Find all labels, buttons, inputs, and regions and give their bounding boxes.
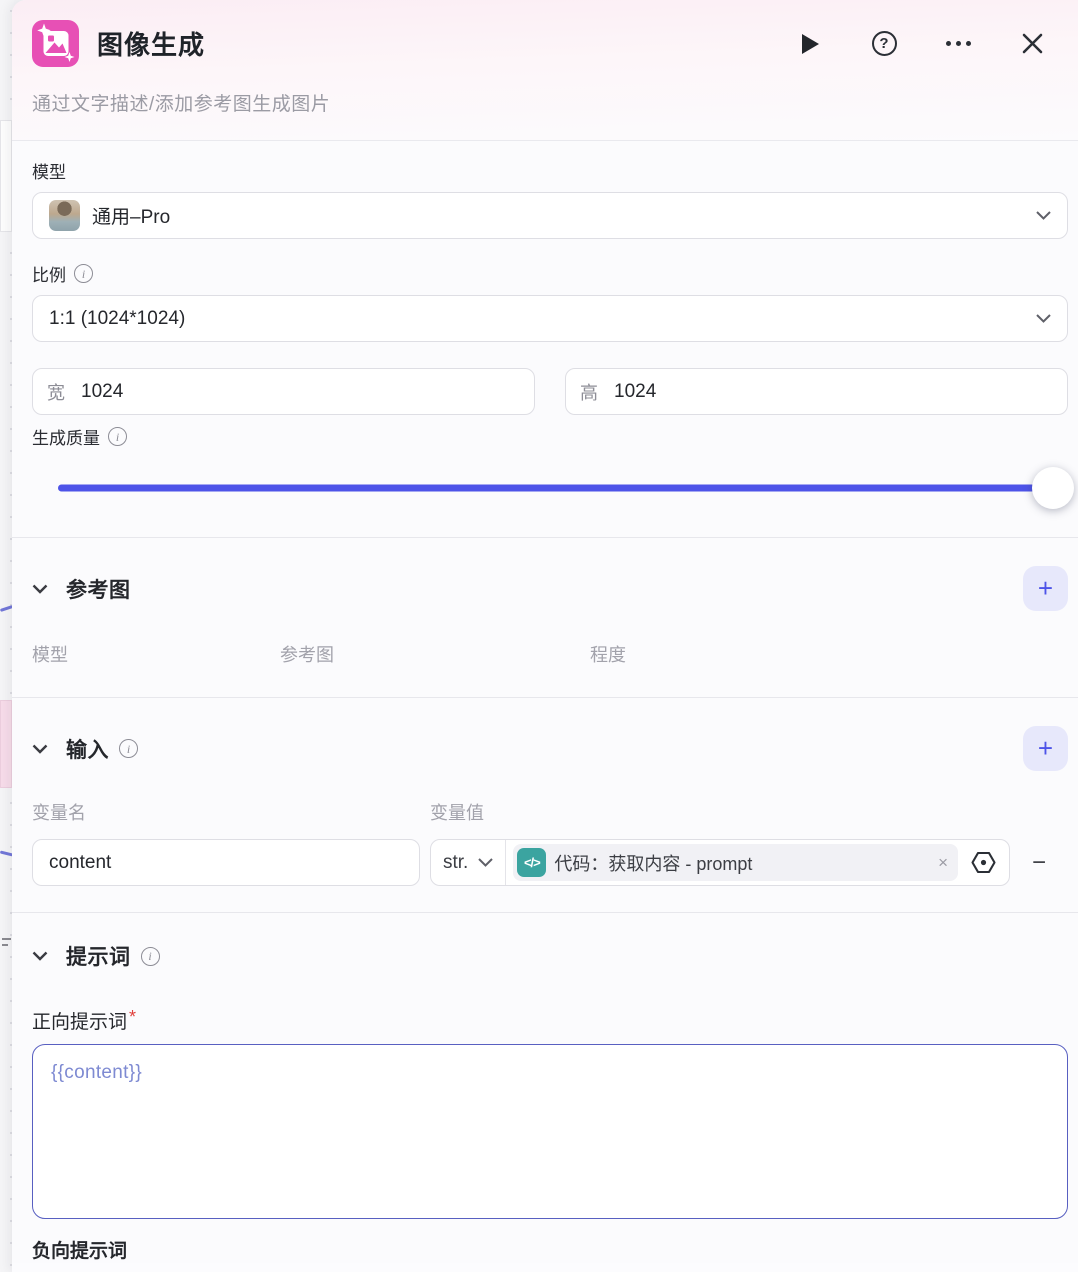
image-generation-icon	[32, 20, 79, 67]
width-input[interactable]	[81, 380, 520, 403]
add-reference-button[interactable]: +	[1023, 566, 1068, 611]
positive-prompt-label: 正向提示词 *	[32, 1007, 137, 1033]
question-icon: ?	[871, 31, 897, 56]
info-icon[interactable]: i	[74, 264, 93, 283]
variable-type-select[interactable]: str.	[431, 840, 507, 885]
prompt-section: 提示词 i 正向提示词 * {{content}} 负向提示词	[12, 912, 1078, 1263]
reference-section-title: 参考图	[66, 578, 131, 602]
chevron-down-icon	[1036, 211, 1051, 220]
column-reference: 参考图	[280, 645, 334, 665]
model-avatar	[49, 200, 80, 231]
collapse-chevron-icon[interactable]	[32, 584, 48, 594]
image-generation-config-panel: 图像生成 ? 通过文字描述/添加参考图生成图片 模型 通用–Pro 比例 i 1…	[12, 0, 1078, 1272]
prompt-section-title: 提示词	[66, 946, 131, 969]
more-options-button[interactable]	[944, 30, 972, 58]
height-input[interactable]	[614, 380, 1053, 403]
canvas-artifact	[2, 938, 11, 940]
canvas-artifact	[2, 944, 8, 946]
close-icon	[1022, 33, 1042, 54]
variable-type-value: str.	[443, 851, 469, 873]
reference-image-section: 参考图 + 模型 参考图 程度	[12, 537, 1078, 697]
chevron-down-icon	[1036, 314, 1051, 323]
base-settings-section: 模型 通用–Pro 比例 i 1:1 (1024*1024) 宽 高	[12, 141, 1078, 537]
add-input-button[interactable]: +	[1023, 726, 1068, 771]
positive-prompt-textarea[interactable]: {{content}}	[32, 1044, 1068, 1219]
width-prefix: 宽	[47, 382, 65, 403]
variable-name-input[interactable]	[49, 851, 403, 874]
quality-slider[interactable]	[58, 465, 1074, 511]
panel-subtitle: 通过文字描述/添加参考图生成图片	[32, 94, 331, 115]
model-label: 模型	[32, 163, 66, 182]
column-degree: 程度	[590, 645, 626, 665]
quality-slider-fill	[58, 484, 1054, 492]
play-icon	[802, 33, 819, 54]
width-field[interactable]: 宽	[32, 368, 535, 415]
reference-column-headers: 模型 参考图 程度	[32, 641, 1068, 697]
collapse-chevron-icon[interactable]	[32, 744, 48, 754]
chevron-down-icon	[478, 858, 494, 867]
hexagon-node-icon	[971, 851, 996, 874]
remove-row-button[interactable]: −	[1010, 849, 1068, 877]
quality-label: 生成质量 i	[32, 424, 1068, 449]
run-button[interactable]	[796, 30, 824, 58]
panel-header: 图像生成 ? 通过文字描述/添加参考图生成图片	[12, 0, 1078, 141]
model-select[interactable]: 通用–Pro	[32, 192, 1068, 239]
info-icon[interactable]: i	[119, 739, 138, 758]
collapse-chevron-icon[interactable]	[32, 951, 48, 961]
variable-value-tag[interactable]: </> 代码：获取内容 - prompt ×	[513, 844, 958, 881]
info-icon[interactable]: i	[108, 427, 127, 446]
reference-picker-button[interactable]	[958, 849, 1009, 876]
close-button[interactable]	[1018, 30, 1046, 58]
ratio-select[interactable]: 1:1 (1024*1024)	[32, 295, 1068, 342]
quality-slider-track[interactable]	[58, 484, 1054, 492]
required-mark: *	[129, 1007, 137, 1027]
column-model: 模型	[32, 645, 68, 665]
plus-icon: +	[1037, 733, 1054, 763]
quality-slider-handle[interactable]	[1032, 467, 1074, 509]
help-button[interactable]: ?	[870, 30, 898, 58]
variable-value-field: str. </> 代码：获取内容 - prompt ×	[430, 839, 1010, 886]
variable-row: str. </> 代码：获取内容 - prompt × −	[32, 839, 1068, 912]
plus-icon: +	[1037, 573, 1054, 603]
column-variable-value: 变量值	[430, 803, 484, 823]
code-icon: </>	[517, 848, 547, 877]
ratio-label: 比例 i	[32, 261, 1068, 286]
height-field[interactable]: 高	[565, 368, 1068, 415]
ratio-select-value: 1:1 (1024*1024)	[49, 307, 186, 329]
input-section-title: 输入	[66, 738, 109, 762]
canvas-artifact-node	[0, 700, 12, 788]
input-column-headers: 变量名 变量值	[32, 799, 1068, 835]
model-select-value: 通用–Pro	[92, 207, 171, 228]
info-icon[interactable]: i	[140, 946, 160, 966]
column-variable-name: 变量名	[32, 803, 86, 823]
canvas-artifact-node	[0, 120, 12, 232]
negative-prompt-label: 负向提示词	[32, 1241, 128, 1262]
variable-value-label: 代码：获取内容 - prompt	[554, 853, 753, 874]
variable-name-field[interactable]	[32, 839, 420, 886]
panel-title: 图像生成	[97, 30, 206, 60]
height-prefix: 高	[580, 382, 598, 403]
clear-value-icon[interactable]: ×	[938, 853, 948, 873]
ellipsis-icon	[945, 41, 971, 46]
input-section: 输入 i + 变量名 变量值 str. </> 代码：获取内容 - prompt	[12, 697, 1078, 912]
